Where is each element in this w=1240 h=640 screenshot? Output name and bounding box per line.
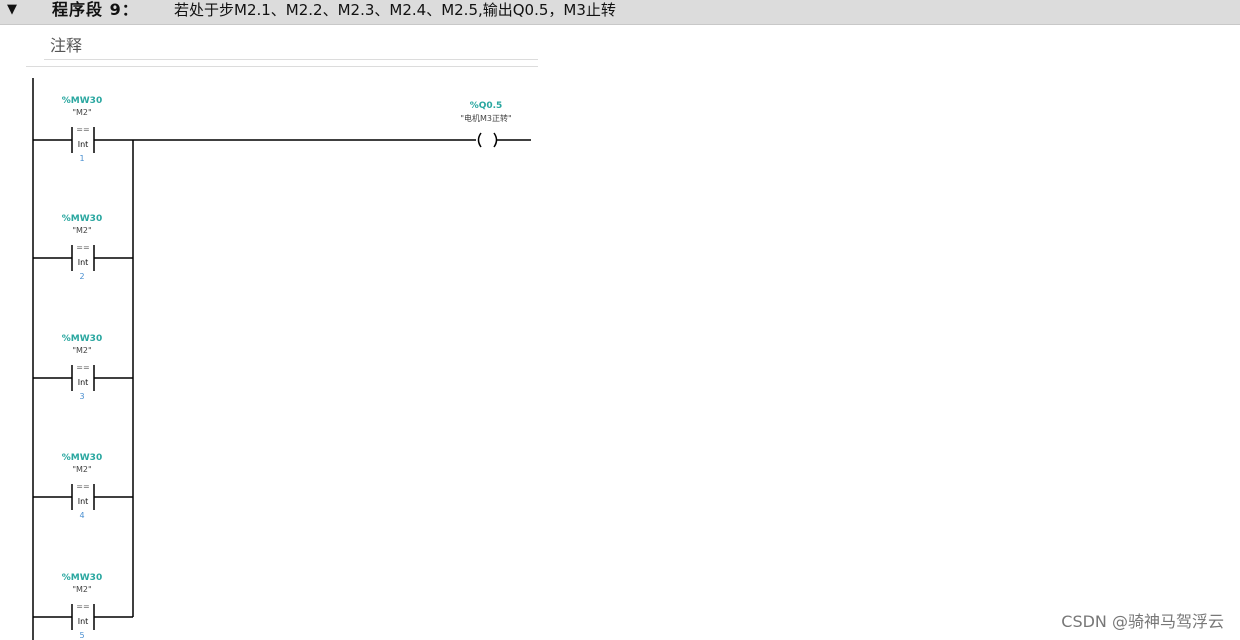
coil-left-arc: [477, 132, 482, 148]
contact-address: %MW30: [62, 214, 102, 224]
contact-type: Int: [78, 617, 89, 626]
contact-address: %MW30: [62, 96, 102, 106]
contact-value: 5: [79, 631, 84, 640]
compare-contact-2[interactable]: %MW30 "M2" == Int 2: [33, 214, 133, 281]
contact-symbol: "M2": [72, 226, 91, 235]
contact-operator: ==: [76, 243, 89, 252]
watermark: CSDN @骑神马驾浮云: [1061, 612, 1224, 631]
contact-address: %MW30: [62, 453, 102, 463]
contact-value: 4: [79, 511, 84, 520]
contact-operator: ==: [76, 602, 89, 611]
contact-value: 2: [79, 272, 84, 281]
ladder-diagram: %MW30 "M2" == Int 1 %MW30 "M2" == Int 2 %MW30 "M2" =…: [32, 78, 531, 640]
contact-type: Int: [78, 140, 89, 149]
contact-type: Int: [78, 378, 89, 387]
contact-value: 1: [79, 154, 84, 163]
coil-symbol: "电机M3正转": [460, 113, 511, 123]
contact-address: %MW30: [62, 334, 102, 344]
contact-type: Int: [78, 258, 89, 267]
contact-operator: ==: [76, 363, 89, 372]
coil-right-arc: [493, 132, 498, 148]
contact-symbol: "M2": [72, 585, 91, 594]
compare-contact-5[interactable]: %MW30 "M2" == Int 5: [33, 573, 133, 640]
coil-address: %Q0.5: [470, 101, 503, 111]
contact-address: %MW30: [62, 573, 102, 583]
contact-type: Int: [78, 497, 89, 506]
contact-operator: ==: [76, 482, 89, 491]
compare-contact-3[interactable]: %MW30 "M2" == Int 3: [33, 334, 133, 401]
contact-symbol: "M2": [72, 346, 91, 355]
contact-value: 3: [79, 392, 84, 401]
contact-symbol: "M2": [72, 465, 91, 474]
compare-contact-1[interactable]: %MW30 "M2" == Int 1: [33, 96, 133, 163]
compare-contact-4[interactable]: %MW30 "M2" == Int 4: [33, 453, 133, 520]
contact-operator: ==: [76, 125, 89, 134]
contact-symbol: "M2": [72, 108, 91, 117]
